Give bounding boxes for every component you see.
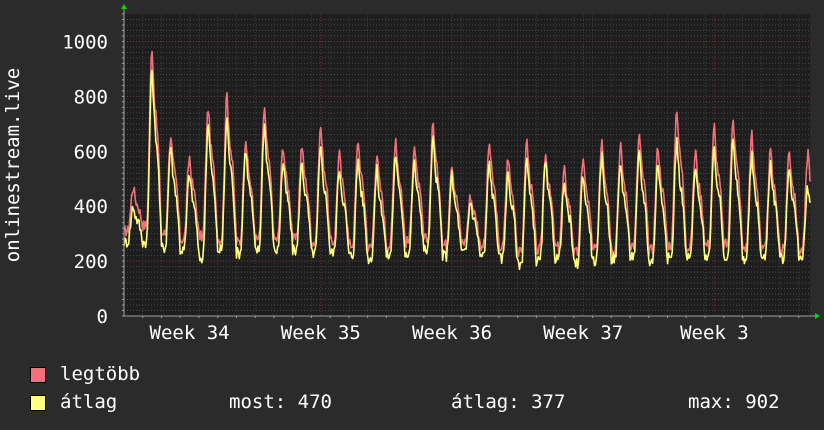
chart: 02004006008001000 Week 34 Week 35 Week 36 W… [2,4,820,344]
x-tick-label: Week 34 [150,322,230,344]
x-tick-labels: Week 34 Week 35 Week 36 Week 37 Week 3 [150,322,749,344]
y-tick-label: 400 [74,196,108,218]
stat-avg: átlag: 377 [451,391,566,413]
y-axis-arrow [121,4,127,9]
stat-max: max: 902 [688,391,780,413]
x-tick-label: Week 36 [412,322,492,344]
stat-now: most: 470 [229,391,332,413]
x-axis-arrow [815,313,820,319]
y-tick-label: 800 [74,86,108,108]
legend-swatch-max [30,367,46,383]
x-tick-label: Week 3 [680,322,749,344]
y-axis-label: onlinestream.live [2,68,24,262]
legend-row-avg: átlag most: 470 átlag: 377 max: 902 [30,391,810,413]
y-tick-label: 1000 [62,31,108,53]
y-tick-label: 200 [74,251,108,273]
y-tick-label: 600 [74,141,108,163]
legend-swatch-avg [30,395,46,411]
legend-label-avg: átlag [60,391,118,413]
legend-label-max: legtöbb [60,363,141,385]
y-tick-label: 0 [97,306,108,328]
plot-area [124,14,810,316]
x-tick-label: Week 35 [281,322,361,344]
x-tick-label: Week 37 [543,322,623,344]
y-tick-labels: 0 200 400 600 800 1000 [62,31,108,328]
